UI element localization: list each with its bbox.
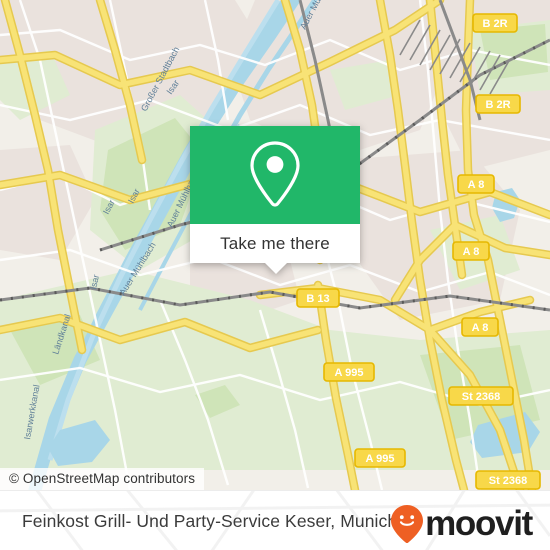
popup-pointer-tail [265, 263, 287, 274]
osm-attribution[interactable]: © OpenStreetMap contributors [0, 468, 205, 490]
svg-text:St 2368: St 2368 [462, 391, 501, 403]
take-me-there-label: Take me there [220, 233, 330, 253]
svg-text:B 2R: B 2R [485, 99, 510, 111]
moovit-logo[interactable]: moovit [390, 504, 533, 544]
road-shield-b2r-north: B 2R [472, 13, 518, 33]
take-me-there-button[interactable]: Take me there [190, 224, 360, 263]
moovit-smile-pin-icon [391, 505, 424, 544]
footer-bar: Feinkost Grill- Und Party-Service Keser,… [0, 490, 550, 550]
road-shield-b13: B 13 [296, 288, 340, 308]
svg-text:St 2368: St 2368 [489, 475, 528, 487]
road-shield-a8-north: A 8 [457, 174, 495, 194]
svg-text:A 8: A 8 [468, 179, 485, 191]
road-shield-a995-south: A 995 [354, 448, 406, 468]
moovit-place-map-card: Isar Isar Isar Isar Großer Stadtbach Aue… [0, 0, 550, 550]
place-popup-card[interactable]: Take me there [190, 126, 360, 274]
svg-text:B 2R: B 2R [482, 18, 507, 30]
popup-pin-area [190, 126, 360, 224]
road-shield-a8-south: A 8 [461, 317, 499, 337]
road-shield-st2368-north: St 2368 [448, 386, 514, 406]
place-title: Feinkost Grill- Und Party-Service Keser,… [22, 510, 398, 531]
svg-text:A 8: A 8 [472, 322, 489, 334]
svg-text:B 13: B 13 [306, 293, 329, 305]
road-shield-b2r-south: B 2R [475, 94, 521, 114]
svg-text:A 995: A 995 [366, 453, 395, 465]
map-pin-icon [250, 141, 300, 207]
road-shield-st2368-south: St 2368 [475, 470, 541, 490]
moovit-wordmark: moovit [425, 504, 533, 543]
svg-text:A 995: A 995 [335, 367, 364, 379]
svg-text:A 8: A 8 [463, 246, 480, 258]
road-shield-a8-mid: A 8 [452, 241, 490, 261]
road-shield-a995-north: A 995 [323, 362, 375, 382]
